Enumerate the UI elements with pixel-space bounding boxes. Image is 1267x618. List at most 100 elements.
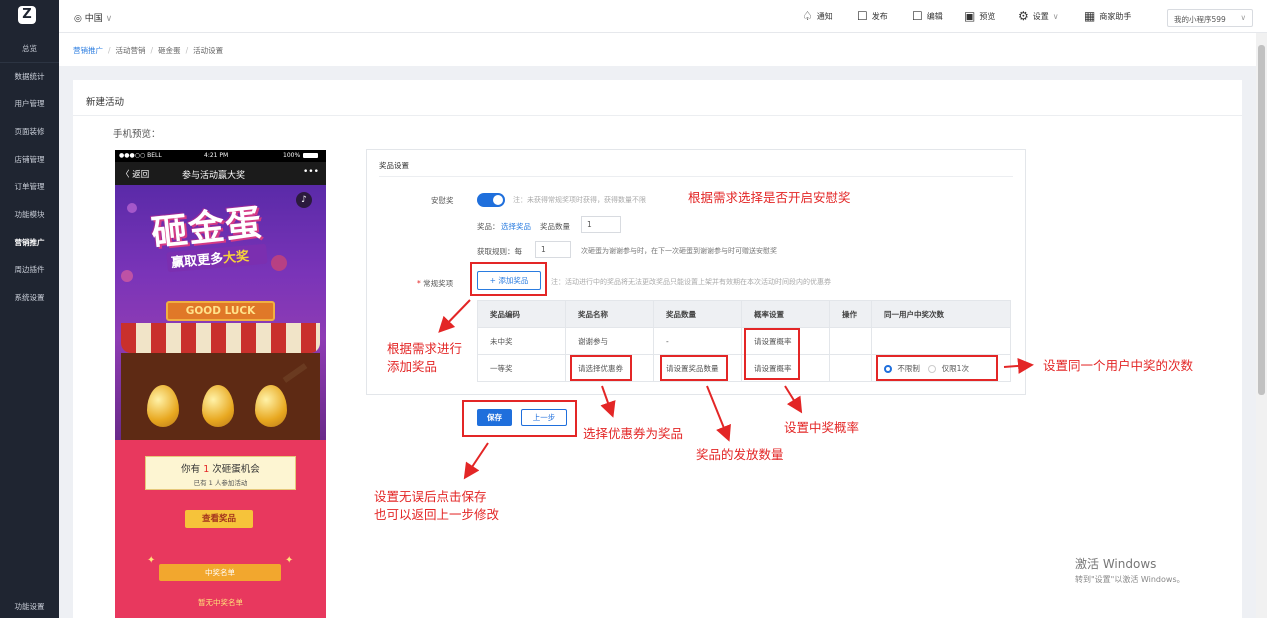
- nav-item-plugins[interactable]: 周边插件: [0, 264, 59, 275]
- nav-item-function-settings[interactable]: 功能设置: [0, 601, 59, 612]
- col-user-limit: 同一用户中奖次数: [871, 300, 1011, 328]
- battery-icon: [303, 153, 318, 158]
- chance-text: 你有 1 次砸蛋机会: [146, 461, 295, 475]
- music-icon[interactable]: ♪: [296, 192, 312, 208]
- breadcrumb-separator: /: [185, 46, 189, 55]
- chance-box: 你有 1 次砸蛋机会 已有 1 人参加活动: [145, 456, 296, 490]
- phone-back-button[interactable]: 〈 返回: [121, 168, 149, 180]
- bubble-decoration: [127, 203, 137, 213]
- annotation-save-1: 设置无误后点击保存: [374, 489, 487, 504]
- annotation-quantity: 奖品的发放数量: [696, 447, 784, 462]
- battery-label: 100%: [283, 152, 301, 159]
- winner-list-ribbon: 中奖名单: [159, 564, 281, 581]
- rule-note: 次砸蛋为谢谢参与时，在下一次砸蛋到谢谢参与时可赠送安慰奖: [581, 247, 777, 255]
- nav-item-store[interactable]: 店铺管理: [0, 154, 59, 165]
- annotation-consolation: 根据需求选择是否开启安慰奖: [688, 190, 851, 205]
- edit-icon: ☐: [912, 9, 923, 23]
- breadcrumb-item[interactable]: 活动营销: [116, 46, 146, 55]
- golden-egg[interactable]: [255, 385, 287, 427]
- scrollbar-thumb[interactable]: [1258, 45, 1265, 395]
- annotation-add-prize-1: 根据需求进行: [387, 341, 463, 356]
- rule-label: 获取规则：每: [477, 247, 522, 256]
- nav-item-system[interactable]: 系统设置: [0, 292, 59, 303]
- no-winners-text: 暂无中奖名单: [198, 598, 243, 607]
- gear-icon: ⚙: [1018, 9, 1029, 23]
- section-title: 奖品设置: [379, 161, 409, 170]
- app-selector-label: 我的小程序599: [1174, 15, 1226, 24]
- cell-user-limit: [871, 327, 1011, 355]
- rule-input[interactable]: 1: [535, 241, 571, 258]
- table-header-row: 奖品编码 奖品名称 奖品数量 概率设置 操作 同一用户中奖次数: [477, 300, 1011, 328]
- breadcrumb-bar: 营销推广 / 活动营销 / 砸金蛋 / 活动设置: [59, 33, 1256, 66]
- publish-label: 发布: [871, 11, 888, 21]
- joined-prefix: 已有: [193, 479, 207, 487]
- golden-egg[interactable]: [147, 385, 179, 427]
- phone-status-bar: ●●●○○ BELL 4:21 PM 100%: [115, 150, 326, 162]
- location-label: 中国: [84, 14, 103, 24]
- nav-item-modules[interactable]: 功能模块: [0, 209, 59, 220]
- consolation-note: 注：未获得常规奖项时获得，获得数量不限: [513, 196, 646, 204]
- app-logo-icon[interactable]: Z: [18, 6, 36, 24]
- phone-bottom: 你有 1 次砸蛋机会 已有 1 人参加活动 查看奖品 中奖名单 ✦ ✦ 暂无中奖…: [115, 440, 326, 618]
- edit-button[interactable]: ☐ 编辑: [912, 10, 943, 22]
- toggle-knob: [493, 195, 503, 205]
- title-divider: [73, 115, 1242, 116]
- breadcrumb-item[interactable]: 营销推广: [73, 46, 103, 55]
- required-mark: *: [417, 279, 421, 288]
- cell-operation: [829, 327, 872, 355]
- phone-preview: ●●●○○ BELL 4:21 PM 100% 〈 返回 参与活动赢大奖 •••…: [115, 150, 326, 618]
- more-icon[interactable]: •••: [303, 167, 319, 177]
- publish-icon: ☐: [857, 9, 868, 23]
- settings-button[interactable]: ⚙ 设置 ∨: [1018, 10, 1059, 22]
- preview-button[interactable]: ▣ 预览: [964, 10, 995, 22]
- annotation-user-limit: 设置同一个用户中奖的次数: [1043, 358, 1194, 373]
- qrcode-icon: ▦: [1084, 9, 1096, 23]
- cell-operation: [829, 354, 872, 382]
- nav-item-users[interactable]: 用户管理: [0, 98, 59, 109]
- chevron-down-icon: ∨: [105, 14, 113, 24]
- app-selector[interactable]: 我的小程序599 ∨: [1167, 9, 1253, 27]
- breadcrumb-item: 活动设置: [193, 46, 224, 55]
- cell-prize-qty: -: [653, 327, 742, 355]
- game-hero: ♪ 砸金蛋 赢取更多大奖 GOOD LUCK: [115, 185, 326, 443]
- prize-label: 奖品：: [477, 222, 500, 231]
- publish-button[interactable]: ☐ 发布: [857, 10, 888, 22]
- joined-suffix: 人参加活动: [214, 479, 248, 487]
- regular-note: 注：活动进行中的奖品将无法更改奖品只能设置上架并有效期在本次活动时间段内的优惠券: [551, 278, 831, 286]
- sparkle-icon: ✦: [285, 555, 294, 566]
- select-prize-link[interactable]: 选择奖品: [501, 221, 531, 232]
- preview-label: 手机预览：: [113, 129, 161, 140]
- nav-item-orders[interactable]: 订单管理: [0, 181, 59, 192]
- col-operation: 操作: [829, 300, 872, 328]
- annotation-probability: 设置中奖概率: [784, 420, 860, 435]
- location-pin-icon: ◎: [74, 14, 82, 24]
- watermark-line2: 转到"设置"以激活 Windows。: [1075, 575, 1185, 584]
- edit-label: 编辑: [926, 11, 943, 21]
- prize-qty-input[interactable]: 1: [581, 216, 621, 233]
- assistant-button[interactable]: ▦ 商家助手: [1084, 10, 1131, 22]
- chance-prefix: 你有: [181, 464, 201, 475]
- cell-prize-code: 未中奖: [477, 327, 566, 355]
- notify-button[interactable]: ♤ 通知: [802, 10, 833, 22]
- bubble-decoration: [271, 255, 287, 271]
- nav-item-page-design[interactable]: 页面装修: [0, 126, 59, 137]
- view-prizes-button[interactable]: 查看奖品: [185, 510, 253, 528]
- regular-label-text: 常规奖项: [423, 279, 454, 288]
- joined-text: 已有 1 人参加活动: [146, 477, 295, 487]
- highlight-add-prize: [470, 262, 547, 296]
- page-scrollbar[interactable]: [1256, 33, 1267, 618]
- nav-item-overview[interactable]: 总览: [0, 43, 59, 54]
- chance-count: 1: [203, 464, 210, 475]
- location-selector[interactable]: ◎ 中国 ∨: [74, 11, 112, 24]
- chance-suffix: 次砸蛋机会: [212, 464, 260, 475]
- consolation-label: 安慰奖: [431, 196, 454, 205]
- nav-item-statistics[interactable]: 数据统计: [0, 71, 59, 82]
- consolation-toggle[interactable]: [477, 193, 505, 207]
- preview-icon: ▣: [964, 9, 976, 23]
- settings-label: 设置: [1032, 11, 1049, 21]
- golden-egg[interactable]: [202, 385, 234, 427]
- breadcrumb-item[interactable]: 砸金蛋: [158, 46, 181, 55]
- status-time: 4:21 PM: [204, 152, 229, 159]
- assistant-label: 商家助手: [1099, 11, 1132, 21]
- nav-item-marketing[interactable]: 营销推广: [0, 237, 59, 248]
